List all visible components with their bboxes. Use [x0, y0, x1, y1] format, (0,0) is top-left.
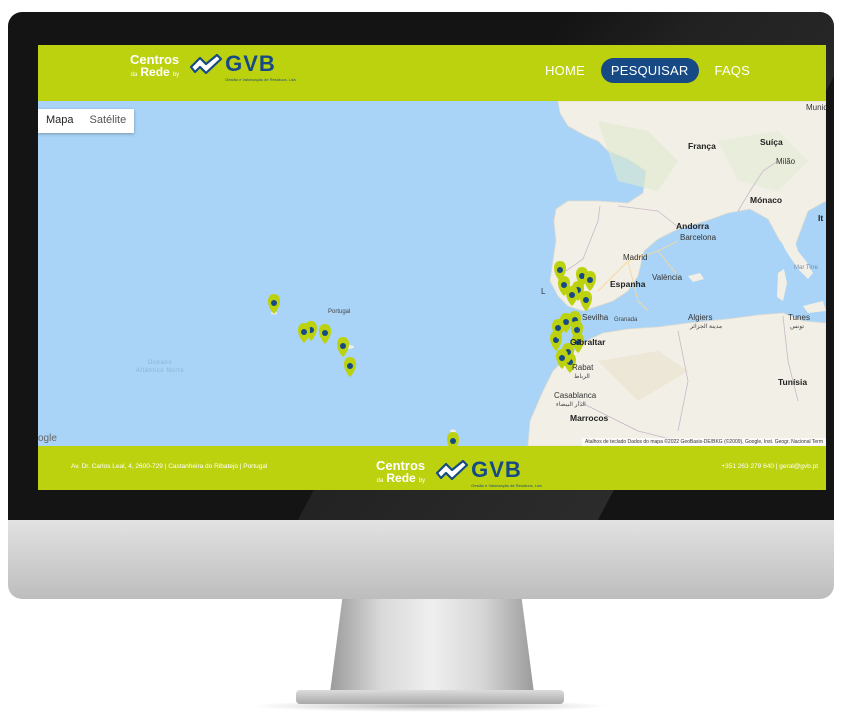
label-granada: Granada [614, 317, 638, 323]
label-mar-tirreno: Mar Tirre [794, 265, 818, 271]
label-algiers: Algiers [688, 313, 713, 322]
label-suica: Suíça [760, 137, 783, 147]
label-sevilha: Sevilha [582, 313, 609, 322]
label-tunes-ar: تونس [790, 324, 805, 330]
label-casablanca: Casablanca [554, 391, 597, 400]
label-tunes: Tunes [788, 313, 810, 322]
label-gibraltar: Gibraltar [570, 337, 606, 347]
footer-gvb-text: GVB [471, 457, 522, 482]
label-monaco: Mónaco [750, 195, 783, 205]
map-type-mapa[interactable]: Mapa [38, 109, 82, 133]
label-marrocos: Marrocos [570, 413, 609, 423]
label-franca: França [688, 141, 716, 151]
label-casablanca-ar: الدار البيضاء [556, 402, 586, 408]
nav-pesquisar[interactable]: PESQUISAR [600, 58, 699, 83]
gvb-checkmark-icon [436, 459, 469, 481]
label-algiers-ar: مدينة الجزائر [690, 324, 723, 330]
map-attribution[interactable]: Atalhos de teclado Dados do mapa ©2022 G… [582, 438, 826, 446]
footer-gvb-logo: GVB Gestão e Valorização de Resíduos, Ld… [435, 457, 542, 488]
gvb-logo: GVB Gestão e Valorização de Resíduos, Ld… [189, 51, 296, 82]
footer-address: Av. Dr. Carlos Leal, 4, 2600-729 | Casta… [71, 463, 268, 470]
label-espanha: Espanha [610, 279, 646, 289]
map-type-satelite[interactable]: Satélite [82, 109, 135, 133]
label-valencia: València [652, 273, 683, 282]
nav-home[interactable]: HOME [535, 58, 595, 83]
site-footer: Av. Dr. Carlos Leal, 4, 2600-729 | Casta… [38, 446, 826, 490]
footer-centros-logo: Centros da Rede by [376, 458, 426, 485]
footer-brand-logo[interactable]: Centros da Rede by GVB Gestão e Valoriza… [376, 457, 542, 489]
label-portugal: Portugal [328, 309, 351, 315]
label-rabat: Rabat [572, 363, 594, 372]
monitor-stand [330, 599, 534, 693]
map-view[interactable]: Mapa Satélite França Suíça Muniq Milão M… [38, 101, 826, 446]
label-madrid: Madrid [623, 253, 648, 262]
label-it: It [818, 213, 824, 223]
label-barcelona: Barcelona [680, 233, 717, 242]
label-milao: Milão [776, 157, 796, 166]
label-lisboa: L [541, 287, 546, 296]
label-munique: Muniq [806, 103, 826, 112]
main-nav: HOME PESQUISAR FAQS [529, 58, 760, 83]
centros-da-rede-logo: Centros da Rede by [130, 52, 180, 79]
map-type-control: Mapa Satélite [38, 109, 135, 133]
gvb-logo-text: GVB [225, 51, 276, 76]
gvb-checkmark-icon [190, 53, 223, 75]
website-screen: Centros da Rede by GVB Gestão e Valoriza… [38, 45, 826, 490]
footer-contact[interactable]: +351 263 279 640 | geral@gvb.pt [721, 463, 818, 470]
label-ocean: Oceano Atlântico Norte [135, 360, 185, 374]
nav-faqs[interactable]: FAQS [705, 58, 760, 83]
label-tunisia: Tunísia [778, 377, 808, 387]
label-rabat-ar: الرباط [574, 374, 590, 380]
gvb-logo-subtitle: Gestão e Valorização de Resíduos, Lda [225, 77, 296, 82]
brand-logo[interactable]: Centros da Rede by GVB Gestão e Valoriza… [130, 51, 296, 83]
site-header: Centros da Rede by GVB Gestão e Valoriza… [38, 45, 826, 101]
map-canvas [38, 101, 826, 446]
footer-gvb-subtitle: Gestão e Valorização de Resíduos, Lda [471, 483, 542, 488]
monitor-chin [8, 520, 834, 599]
monitor-base [296, 690, 564, 704]
label-andorra: Andorra [676, 221, 710, 231]
google-logo: ogle [38, 433, 57, 444]
